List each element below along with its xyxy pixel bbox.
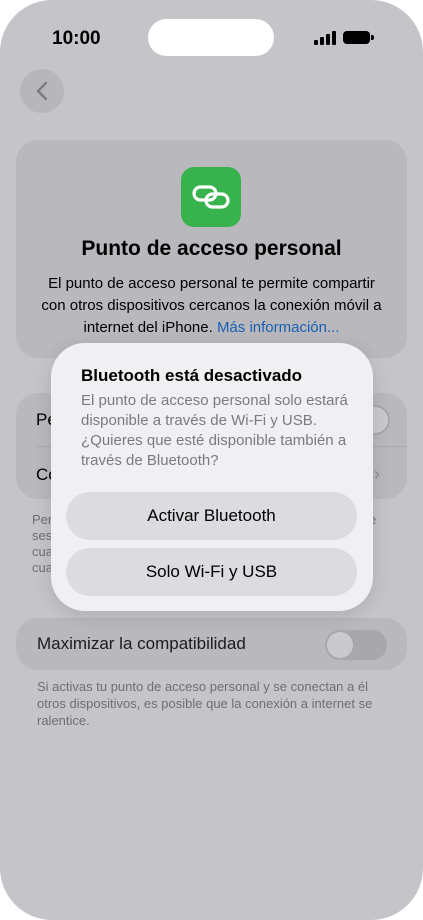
chevron-right-icon: › (374, 464, 380, 484)
footer-fragment-4: cua (32, 560, 53, 575)
hero-description: El punto de acceso personal te permite c… (34, 273, 389, 339)
footer-fragment-1: Per (32, 512, 53, 527)
status-bar: 10:00 (0, 0, 423, 70)
compatibility-toggle[interactable] (325, 630, 387, 660)
activate-bluetooth-button[interactable]: Activar Bluetooth (66, 492, 357, 540)
battery-icon (343, 31, 370, 44)
hotspot-link-icon (181, 167, 241, 227)
more-info-link[interactable]: Más información... (217, 319, 340, 336)
bluetooth-alert-dialog: Bluetooth está desactivado El punto de a… (51, 343, 373, 611)
dynamic-island (148, 19, 274, 56)
chevron-left-icon (36, 81, 48, 101)
battery-tip (371, 35, 374, 40)
status-time: 10:00 (52, 28, 101, 49)
back-button[interactable] (20, 69, 64, 113)
compatibility-note: Si activas tu punto de acceso personal y… (37, 679, 373, 728)
dialog-message: El punto de acceso personal solo estará … (81, 392, 348, 469)
compatibility-label: Maximizar la compatibilidad (37, 634, 246, 653)
footer-fragment-2: ses (32, 528, 53, 543)
page-title: Punto de acceso personal (81, 237, 342, 260)
wifi-usb-only-button[interactable]: Solo Wi-Fi y USB (66, 548, 357, 596)
dialog-title: Bluetooth está desactivado (81, 366, 303, 385)
footer-fragment-3: cua (32, 544, 53, 559)
phone-screen: 10:00 Punto de acceso personal El punto … (0, 0, 423, 920)
signal-icon (314, 31, 338, 45)
